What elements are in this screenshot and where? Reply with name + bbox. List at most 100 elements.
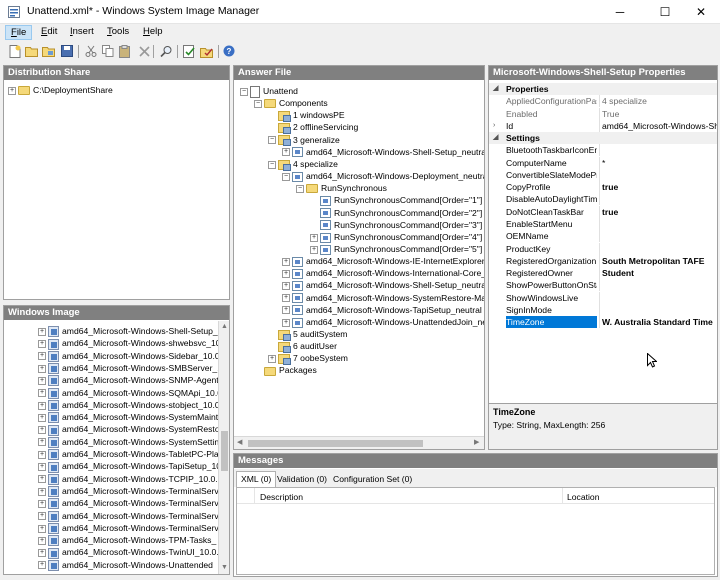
tree-node[interactable]: − RunSynchronous	[296, 182, 387, 194]
menu-insert[interactable]: Insert	[65, 25, 99, 40]
property-row[interactable]: ShowWindowsLive	[489, 291, 717, 304]
expand-icon[interactable]: +	[38, 327, 46, 336]
expand-icon[interactable]: +	[38, 352, 46, 361]
property-row[interactable]: AppliedConfigurationPas 4 specialize	[489, 95, 717, 108]
expand-icon[interactable]: +	[38, 413, 46, 422]
property-value[interactable]: Student	[599, 267, 717, 280]
minimize-button[interactable]: ─	[600, 0, 640, 24]
windows-image-item[interactable]: + amd64_Microsoft-Windows-TabletPC-Plat	[38, 448, 219, 461]
expand-icon[interactable]: +	[282, 318, 290, 327]
tree-node[interactable]: + amd64_Microsoft-Windows-UnattendedJoin_…	[282, 316, 484, 328]
scrollbar-thumb[interactable]	[248, 440, 423, 447]
collapse-icon[interactable]: −	[240, 87, 248, 96]
property-value[interactable]: W. Australia Standard Time	[599, 316, 717, 329]
tree-node[interactable]: + amd64_Microsoft-Windows-Shell-Setup_neu…	[282, 146, 484, 158]
property-group[interactable]: ◢ Properties	[489, 83, 717, 95]
answer-file-hscrollbar[interactable]: ◀ ▶	[234, 436, 484, 449]
property-row[interactable]: TimeZone W. Australia Standard Time	[489, 316, 717, 329]
property-value[interactable]: South Metropolitan TAFE	[599, 254, 717, 267]
open-icon[interactable]	[25, 44, 39, 58]
scroll-up-icon[interactable]: ▲	[221, 323, 228, 330]
tree-node[interactable]: − amd64_Microsoft-Windows-Deployment_neut…	[282, 170, 484, 182]
collapse-icon[interactable]: −	[282, 172, 290, 181]
property-value[interactable]	[599, 291, 717, 304]
property-value[interactable]: 4 specialize	[599, 95, 717, 108]
maximize-button[interactable]: ☐	[645, 0, 685, 24]
windows-image-item[interactable]: + amd64_Microsoft-Windows-TapiSetup_10.	[38, 460, 219, 473]
create-config-set-icon[interactable]	[200, 44, 214, 58]
copy-icon[interactable]	[101, 44, 115, 58]
tree-node[interactable]: + amd64_Microsoft-Windows-SystemRestore-M…	[282, 292, 484, 304]
expand-icon[interactable]: +	[310, 245, 318, 254]
find-icon[interactable]	[159, 44, 173, 58]
property-row[interactable]: OEMName	[489, 230, 717, 243]
expand-icon[interactable]: +	[282, 269, 290, 278]
tab-configuration-set[interactable]: Configuration Set (0)	[330, 473, 415, 487]
collapse-icon[interactable]: −	[268, 136, 276, 145]
tree-node[interactable]: 6 auditUser	[268, 340, 337, 353]
tree-node[interactable]: RunSynchronousCommand[Order="2"]	[310, 207, 482, 219]
menu-help[interactable]: Help	[138, 25, 168, 40]
expand-icon[interactable]: +	[310, 233, 318, 242]
tree-node[interactable]: 5 auditSystem	[268, 328, 347, 341]
property-value[interactable]	[599, 279, 717, 292]
collapse-icon[interactable]: ◢	[493, 132, 498, 144]
windows-image-item[interactable]: + amd64_Microsoft-Windows-TerminalServi	[38, 497, 219, 510]
delete-icon[interactable]	[137, 44, 151, 58]
open-folder-icon[interactable]	[42, 44, 56, 58]
tree-node[interactable]: + amd64_Microsoft-Windows-Shell-Setup_neu…	[282, 279, 484, 292]
tree-node[interactable]: + RunSynchronousCommand[Order="4"]	[310, 231, 482, 243]
expand-icon[interactable]: +	[282, 306, 290, 315]
tree-node[interactable]: 2 offlineServicing	[268, 121, 358, 135]
expand-icon[interactable]: +	[38, 475, 46, 484]
windows-image-item[interactable]: + amd64_Microsoft-Windows-Shell-Setup_1	[38, 325, 219, 338]
new-icon[interactable]	[8, 44, 22, 58]
property-row[interactable]: ConvertibleSlateModePr	[489, 168, 717, 181]
tree-node[interactable]: −4 specialize	[268, 158, 338, 171]
expand-icon[interactable]: +	[38, 426, 46, 435]
expand-icon[interactable]: +	[282, 148, 290, 157]
property-value[interactable]: True	[599, 107, 717, 120]
windows-image-item[interactable]: + amd64_Microsoft-Windows-SystemMainte	[38, 411, 219, 424]
validate-icon[interactable]	[182, 44, 196, 58]
property-value[interactable]	[599, 193, 717, 206]
expand-icon[interactable]: +	[38, 512, 46, 521]
windows-image-item[interactable]: + amd64_Microsoft-Windows-SystemSetting	[38, 436, 219, 448]
save-icon[interactable]	[60, 44, 74, 58]
collapse-icon[interactable]: −	[254, 99, 262, 108]
tree-node[interactable]: −3 generalize	[268, 134, 340, 147]
tree-node[interactable]: − Components	[254, 97, 328, 109]
property-row[interactable]: ShowPowerButtonOnSta	[489, 279, 717, 292]
tree-node[interactable]: RunSynchronousCommand[Order="1"]	[310, 194, 482, 207]
tree-node[interactable]: 1 windowsPE	[268, 109, 345, 123]
windows-image-item[interactable]: + amd64_Microsoft-Windows-TwinUI_10.0.	[38, 546, 219, 559]
windows-image-item[interactable]: + amd64_Microsoft-Windows-stobject_10.0	[38, 399, 219, 412]
windows-image-item[interactable]: + amd64_Microsoft-Windows-SNMP-Agent-	[38, 374, 219, 387]
windows-image-item[interactable]: + amd64_Microsoft-Windows-SQMApi_10.0	[38, 387, 219, 399]
property-row[interactable]: › Id amd64_Microsoft-Windows-Shel	[489, 119, 717, 132]
property-value[interactable]: amd64_Microsoft-Windows-Shel	[599, 119, 717, 132]
expand-icon[interactable]: +	[38, 450, 46, 459]
cut-icon[interactable]	[84, 44, 98, 58]
expand-icon[interactable]: +	[268, 355, 276, 364]
tree-node[interactable]: + RunSynchronousCommand[Order="5"]	[310, 243, 482, 255]
tree-node[interactable]: + amd64_Microsoft-Windows-IE-InternetExpl…	[282, 255, 484, 267]
property-group[interactable]: ◢ Settings	[489, 132, 717, 145]
tree-node[interactable]: + amd64_Microsoft-Windows-International-C…	[282, 267, 484, 279]
paste-icon[interactable]	[118, 44, 132, 58]
property-row[interactable]: CopyProfile true	[489, 181, 717, 194]
tab-xml[interactable]: XML (0)	[236, 471, 277, 487]
windows-image-item[interactable]: + amd64_Microsoft-Windows-Sidebar_10.0	[38, 350, 219, 362]
windows-image-item[interactable]: + amd64_Microsoft-Windows-TerminalServi	[38, 510, 219, 522]
property-row[interactable]: SignInMode	[489, 303, 717, 316]
property-row[interactable]: Enabled True	[489, 107, 717, 120]
windows-image-scrollbar[interactable]: ▲ ▼	[218, 321, 229, 574]
property-row[interactable]: RegisteredOwner Student	[489, 267, 717, 280]
property-row[interactable]: DisableAutoDaylightTime	[489, 193, 717, 206]
windows-image-item[interactable]: + amd64_Microsoft-Windows-TerminalServi	[38, 522, 219, 535]
expand-icon[interactable]: +	[282, 282, 290, 291]
expand-icon[interactable]: +	[38, 463, 46, 472]
expand-icon[interactable]: +	[38, 499, 46, 508]
expand-icon[interactable]: +	[38, 524, 46, 533]
menu-file[interactable]: File	[5, 25, 33, 40]
